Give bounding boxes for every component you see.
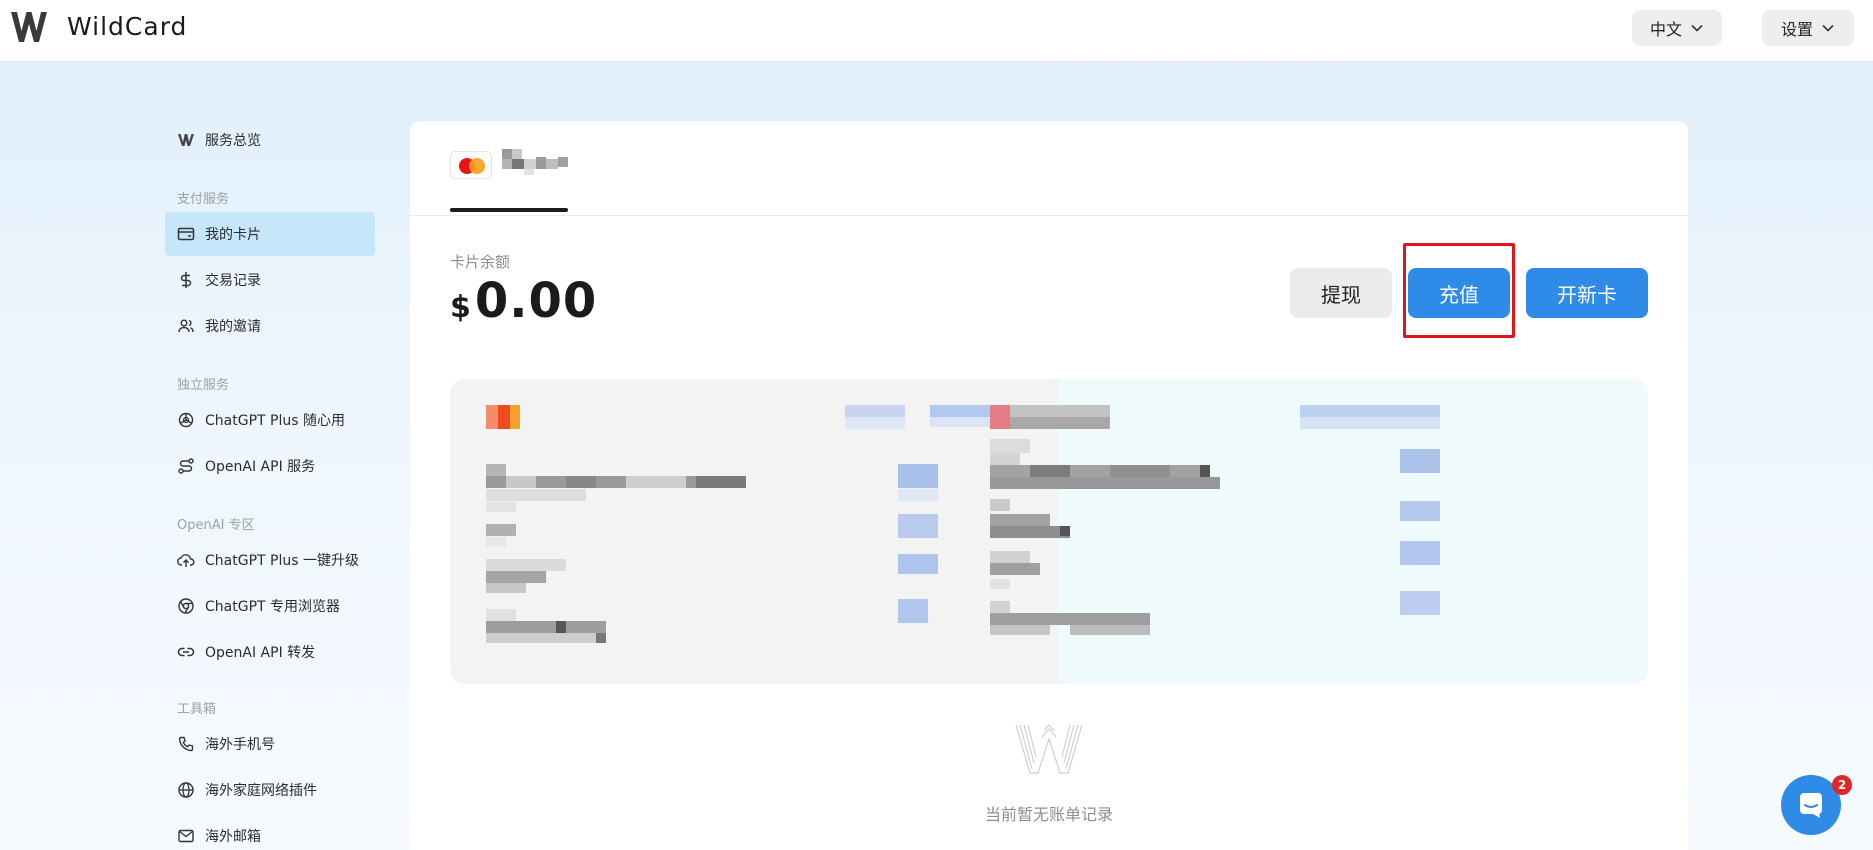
blurred-card-number <box>502 149 568 175</box>
sidebar-item-openai-api-forward[interactable]: OpenAI API 转发 <box>165 630 375 674</box>
sidebar-item-transactions[interactable]: 交易记录 <box>165 258 375 302</box>
sidebar-item-chatgpt-browser[interactable]: ChatGPT 专用浏览器 <box>165 584 375 628</box>
language-label: 中文 <box>1649 20 1682 39</box>
active-tab-indicator <box>450 208 568 212</box>
settings-label: 设置 <box>1780 20 1813 39</box>
sidebar-item-home-network-plugin[interactable]: 海外家庭网络插件 <box>165 768 375 812</box>
chevron-down-icon <box>1822 24 1834 32</box>
sidebar-item-chatgpt-plus-anytime[interactable]: ChatGPT Plus 随心用 <box>165 398 375 442</box>
balance-value: $ 0.00 <box>450 273 597 329</box>
card-tab[interactable] <box>450 143 568 212</box>
dollar-icon <box>180 272 192 288</box>
sidebar-item-overseas-email[interactable]: 海外邮箱 <box>165 814 375 850</box>
empty-state-text: 当前暂无账单记录 <box>984 805 1113 824</box>
settings-menu-button[interactable]: 设置 <box>1762 10 1854 46</box>
sidebar-item-label: 我的卡片 <box>205 227 261 243</box>
link-icon <box>177 647 195 657</box>
sidebar-item-label: 海外手机号 <box>205 737 275 753</box>
section-title-independent: 独立服务 <box>177 378 230 393</box>
section-title-toolbox: 工具箱 <box>177 702 217 717</box>
phone-icon <box>178 736 194 752</box>
openai-icon <box>178 412 194 428</box>
chat-icon <box>1800 793 1822 818</box>
sidebar-item-label: OpenAI API 转发 <box>205 645 316 661</box>
blurred-card-details <box>450 379 1648 684</box>
sidebar-item-label: 交易记录 <box>205 273 261 289</box>
recharge-button[interactable]: 充值 <box>1408 268 1510 318</box>
notification-badge: 2 <box>1832 775 1852 795</box>
sidebar-item-label: 服务总览 <box>205 133 261 149</box>
sidebar-item-invitations[interactable]: 我的邀请 <box>165 304 375 348</box>
sidebar-item-label: 我的邀请 <box>205 319 261 335</box>
users-icon <box>178 319 194 333</box>
sidebar-item-overview[interactable]: 服务总览 <box>165 118 375 162</box>
sidebar-item-my-cards[interactable]: 我的卡片 <box>165 212 375 256</box>
sidebar-item-label: ChatGPT Plus 一键升级 <box>205 553 359 569</box>
new-card-button[interactable]: 开新卡 <box>1526 268 1648 318</box>
balance-label: 卡片余额 <box>450 253 511 271</box>
sidebar-item-label: 海外邮箱 <box>205 829 261 845</box>
wildcard-logo-icon[interactable] <box>10 10 48 44</box>
wildcard-watermark-icon <box>1015 724 1083 774</box>
top-header: WildCard 中文 设置 <box>0 0 1873 62</box>
section-title-payment: 支付服务 <box>177 192 230 207</box>
mail-icon <box>178 829 194 843</box>
section-title-openai: OpenAI 专区 <box>177 518 255 533</box>
card-panel: 卡片余额 $ 0.00 提现 充值 开新卡 当前暂无账单记录 <box>410 121 1688 850</box>
cloud-upload-icon <box>177 554 195 567</box>
sidebar-item-label: OpenAI API 服务 <box>205 459 316 475</box>
divider <box>410 215 1688 216</box>
route-icon <box>178 458 194 474</box>
globe-icon <box>178 782 194 798</box>
sidebar-item-overseas-phone[interactable]: 海外手机号 <box>165 722 375 766</box>
chevron-down-icon <box>1691 24 1703 32</box>
sidebar-item-label: ChatGPT Plus 随心用 <box>205 413 345 429</box>
pixelated-details-image <box>486 405 1440 643</box>
wildcard-w-icon <box>178 134 194 146</box>
sidebar-item-openai-api-service[interactable]: OpenAI API 服务 <box>165 444 375 488</box>
mastercard-icon <box>450 151 492 179</box>
withdraw-button[interactable]: 提现 <box>1290 268 1392 318</box>
chrome-browser-icon <box>178 598 194 614</box>
language-selector[interactable]: 中文 <box>1632 10 1722 46</box>
app-title[interactable]: WildCard <box>67 12 187 41</box>
sidebar-item-chatgpt-plus-upgrade[interactable]: ChatGPT Plus 一键升级 <box>165 538 375 582</box>
balance-amount: 0.00 <box>474 273 598 329</box>
sidebar-item-label: 海外家庭网络插件 <box>205 783 317 799</box>
sidebar-item-label: ChatGPT 专用浏览器 <box>205 599 341 615</box>
balance-currency: $ <box>450 290 471 325</box>
credit-card-icon <box>177 227 195 241</box>
